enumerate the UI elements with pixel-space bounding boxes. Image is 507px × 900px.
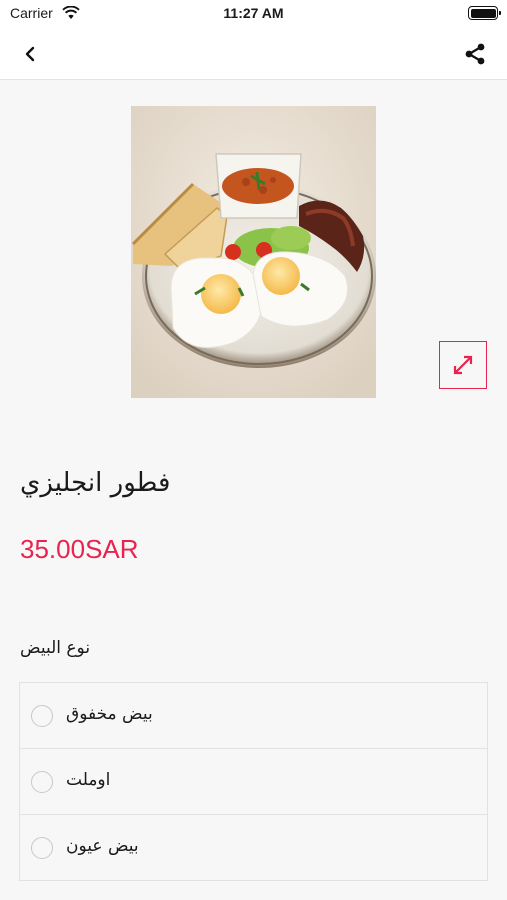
option-label: بيض مخفوق — [66, 704, 153, 724]
option-fried-eggs[interactable]: بيض عيون — [20, 815, 487, 880]
product-price: 35.00SAR — [20, 534, 139, 564]
product-image[interactable] — [131, 106, 376, 398]
battery-icon — [468, 6, 501, 20]
back-button[interactable] — [14, 38, 46, 70]
product-title: فطور انجليزي — [20, 468, 171, 498]
radio-button[interactable] — [31, 771, 53, 793]
option-omelette[interactable]: اوملت — [20, 749, 487, 815]
status-bar: Carrier 11:27 AM — [0, 0, 507, 30]
clock: 11:27 AM — [223, 5, 284, 21]
radio-button[interactable] — [31, 705, 53, 727]
chevron-left-icon — [25, 46, 35, 62]
radio-button[interactable] — [31, 837, 53, 859]
expand-image-button[interactable] — [439, 341, 487, 389]
option-scrambled-eggs[interactable]: بيض مخفوق — [20, 683, 487, 749]
option-label: اوملت — [66, 770, 111, 790]
options-list: بيض مخفوق اوملت بيض عيون — [19, 682, 488, 881]
navigation-bar — [0, 30, 507, 80]
expand-arrows-icon — [453, 355, 473, 375]
share-button[interactable] — [459, 38, 491, 70]
options-group-title: نوع البيض — [20, 638, 91, 658]
share-icon — [465, 43, 485, 65]
option-label: بيض عيون — [66, 836, 139, 856]
